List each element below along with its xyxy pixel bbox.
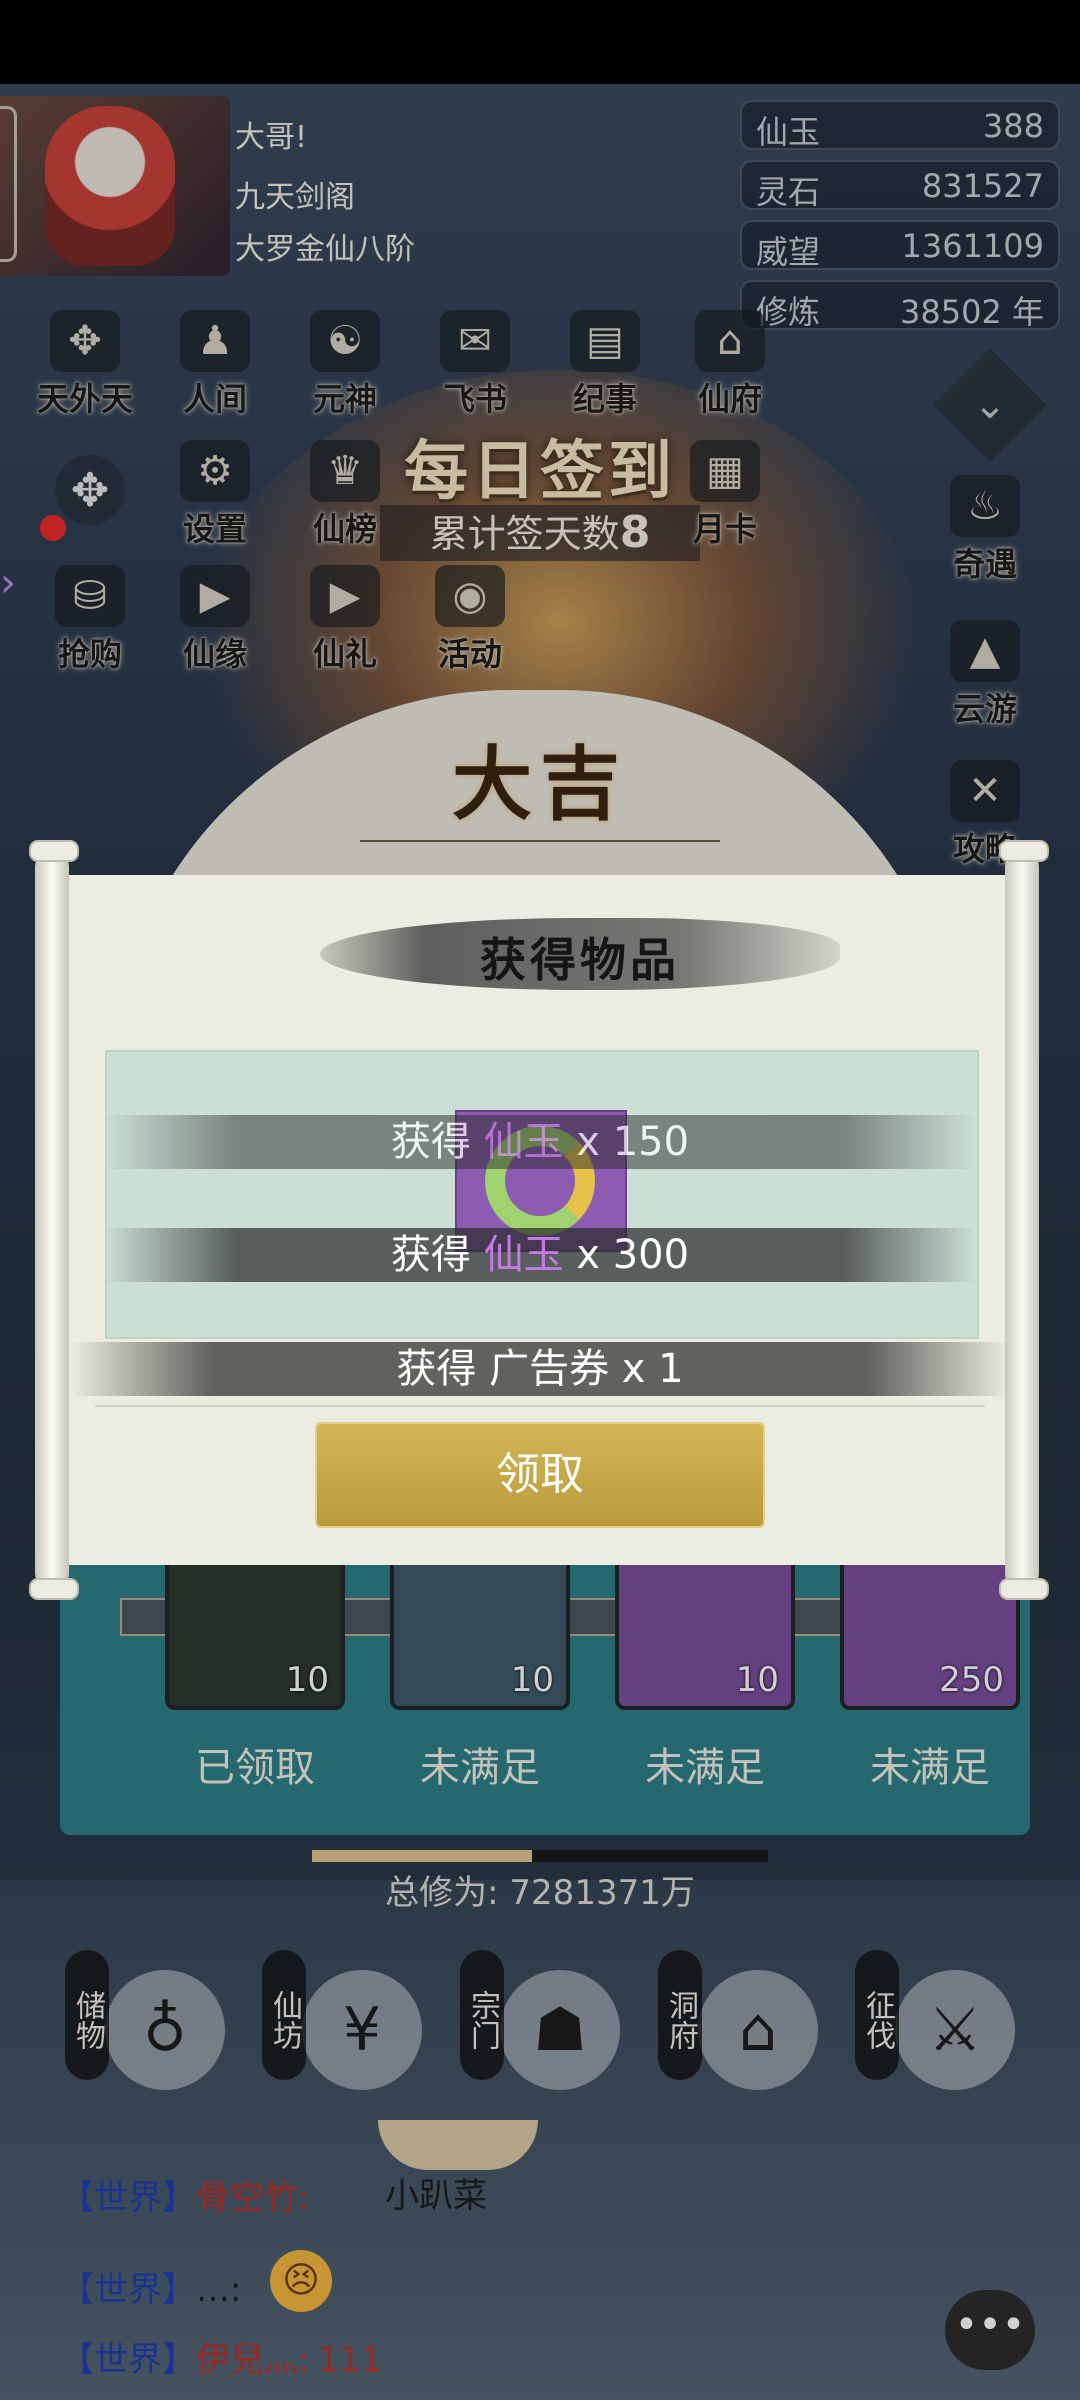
- scroll-roller-right: [999, 840, 1049, 1600]
- reward-prefix: 获得: [390, 1119, 471, 1165]
- reward-prefix: 获得: [390, 1232, 471, 1278]
- claim-button[interactable]: 领取: [315, 1422, 765, 1528]
- modal-title: 获得物品: [480, 933, 680, 987]
- reward-qty: x 150: [576, 1119, 690, 1165]
- reward-line: 获得 仙玉 x 300: [105, 1228, 975, 1282]
- reward-line: 获得 仙玉 x 150: [105, 1115, 975, 1169]
- reward-item: 仙玉: [483, 1232, 564, 1278]
- reward-item: 广告券: [489, 1346, 610, 1392]
- reward-qty: x 1: [621, 1346, 684, 1392]
- reward-line: 获得 广告券 x 1: [70, 1342, 1010, 1396]
- modal-divider: [95, 1405, 985, 1407]
- scroll-roller-left: [29, 840, 79, 1600]
- reward-prefix: 获得: [396, 1346, 477, 1392]
- reward-qty: x 300: [576, 1232, 690, 1278]
- reward-item: 仙玉: [483, 1119, 564, 1165]
- status-bar: [0, 0, 1080, 84]
